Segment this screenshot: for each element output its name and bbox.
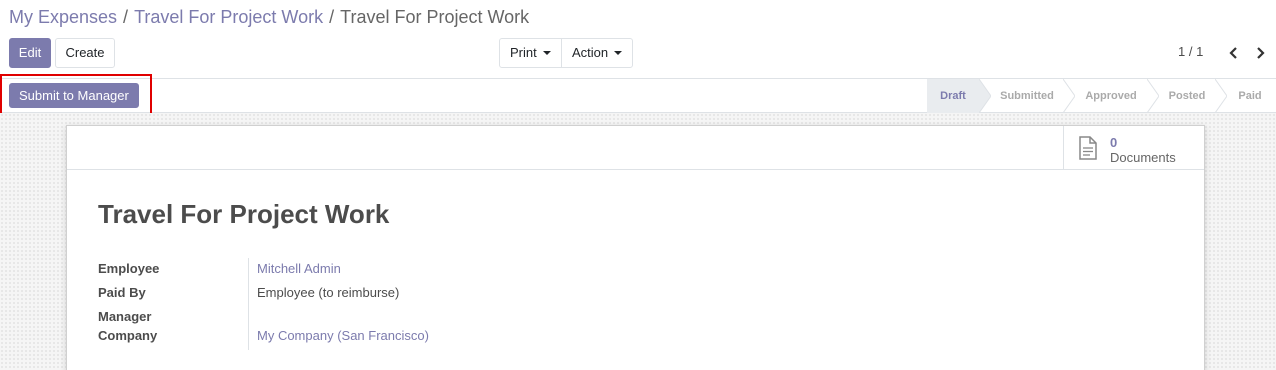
stage-paid[interactable]: Paid <box>1227 79 1273 113</box>
breadcrumb-current: Travel For Project Work <box>340 7 530 27</box>
record-title: Travel For Project Work <box>98 199 390 229</box>
form-sheet: 0 Documents Travel For Project Work Empl… <box>66 125 1205 370</box>
stage-approved[interactable]: Approved <box>1075 79 1147 113</box>
documents-label: Documents <box>1110 150 1176 165</box>
button-box: 0 Documents <box>67 126 1204 170</box>
breadcrumb-item-my-expenses[interactable]: My Expenses <box>9 7 117 27</box>
chevron-right-icon <box>1257 47 1265 59</box>
pager-value[interactable]: 1 / 1 <box>1178 44 1203 59</box>
field-value-employee[interactable]: Mitchell Admin <box>257 261 341 276</box>
control-panel: My Expenses / Travel For Project Work / Trav… <box>0 0 1276 79</box>
breadcrumb-separator: / <box>329 7 335 27</box>
stage-draft: Draft <box>927 79 979 113</box>
field-label-company: Company <box>98 328 158 343</box>
field-label-manager: Manager <box>98 309 152 324</box>
chevron-left-icon <box>1229 47 1237 59</box>
pager-previous-button[interactable] <box>1226 44 1242 62</box>
field-value-paid-by: Employee (to reimburse) <box>257 285 400 300</box>
print-label: Print <box>510 45 537 60</box>
field-label-paid-by: Paid By <box>98 285 146 300</box>
breadcrumb: My Expenses / Travel For Project Work / Trav… <box>9 6 529 28</box>
stage-arrow-icon <box>1147 79 1159 113</box>
field-value-company[interactable]: My Company (San Francisco) <box>257 328 429 343</box>
document-icon <box>1079 136 1097 160</box>
edit-button[interactable]: Edit <box>9 38 51 68</box>
breadcrumb-item-expense-report[interactable]: Travel For Project Work <box>134 7 323 27</box>
field-divider <box>248 258 249 350</box>
breadcrumb-separator: / <box>123 7 129 27</box>
action-label: Action <box>572 45 609 60</box>
create-button[interactable]: Create <box>55 38 115 68</box>
stage-arrow-icon <box>1215 79 1227 113</box>
documents-button[interactable]: 0 Documents <box>1063 126 1204 170</box>
stage-posted[interactable]: Posted <box>1159 79 1215 113</box>
print-dropdown-button[interactable]: Print <box>499 38 562 68</box>
stage-arrow-icon <box>979 79 991 113</box>
stage-arrow-icon <box>1063 79 1075 113</box>
documents-count: 0 <box>1110 135 1118 150</box>
caret-down-icon <box>542 50 551 55</box>
caret-down-icon <box>614 50 623 55</box>
pager-next-button[interactable] <box>1252 44 1268 62</box>
stage-submitted[interactable]: Submitted <box>991 79 1063 113</box>
action-dropdown-button[interactable]: Action <box>561 38 633 68</box>
field-label-employee: Employee <box>98 261 160 276</box>
